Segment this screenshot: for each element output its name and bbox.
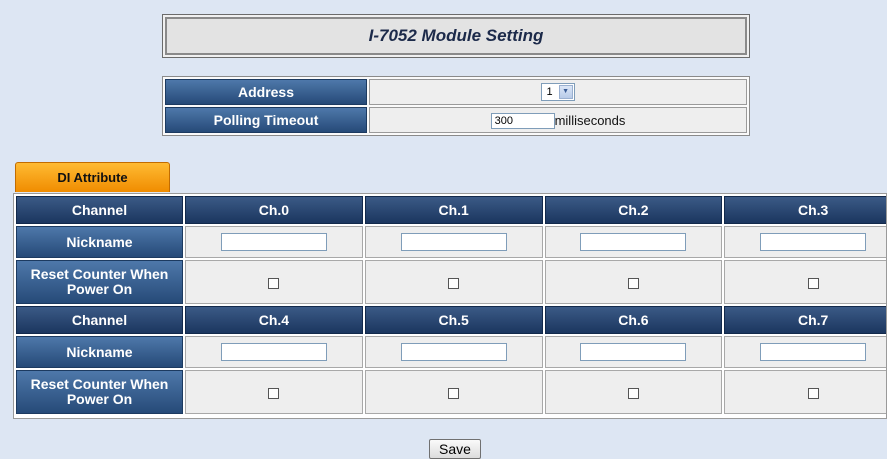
reset-cell (544, 370, 723, 414)
reset-cell (364, 260, 543, 304)
polling-timeout-input[interactable]: 300 (490, 112, 555, 129)
reset-counter-label: Reset Counter When Power On (16, 370, 183, 414)
nickname-cell (185, 336, 363, 368)
reset-checkbox-ch1[interactable] (448, 277, 460, 289)
polling-timeout-unit: milliseconds (554, 113, 626, 129)
reset-checkbox-ch3[interactable] (807, 277, 819, 289)
reset-checkbox-ch2[interactable] (627, 277, 639, 289)
nickname-input-ch5[interactable] (400, 343, 507, 362)
save-button[interactable]: Save (429, 439, 481, 459)
address-cell: 1 ▼ (369, 79, 747, 105)
nickname-input-ch4[interactable] (220, 343, 327, 362)
channel-header: Ch.6 (544, 306, 723, 334)
di-attribute-panel: Channel Ch.0 Ch.1 Ch.2 Ch.3 Nickname Res… (13, 193, 887, 419)
channel-header: Ch.0 (185, 196, 363, 224)
reset-cell (724, 260, 886, 304)
address-select[interactable]: 1 ▼ (541, 83, 575, 102)
chevron-down-icon[interactable]: ▼ (558, 85, 573, 100)
nickname-cell (724, 336, 886, 368)
channel-header: Ch.7 (724, 306, 886, 334)
channel-header: Ch.3 (724, 196, 886, 224)
channel-header: Ch.5 (364, 306, 543, 334)
reset-cell (724, 370, 886, 414)
nickname-cell (364, 226, 543, 258)
di-attribute-table: Channel Ch.0 Ch.1 Ch.2 Ch.3 Nickname Res… (14, 194, 886, 416)
nickname-label: Nickname (16, 336, 183, 368)
reset-cell (364, 370, 543, 414)
nickname-input-ch0[interactable] (220, 233, 327, 252)
reset-counter-label: Reset Counter When Power On (16, 260, 183, 304)
reset-checkbox-ch6[interactable] (627, 387, 639, 399)
reset-checkbox-ch7[interactable] (807, 387, 819, 399)
nickname-input-ch1[interactable] (400, 233, 507, 252)
nickname-cell (364, 336, 543, 368)
nickname-input-ch6[interactable] (580, 343, 687, 362)
channel-header: Ch.1 (364, 196, 543, 224)
reset-cell (185, 370, 363, 414)
nickname-input-ch7[interactable] (760, 343, 867, 362)
polling-timeout-label: Polling Timeout (165, 107, 367, 133)
module-settings-table: Address 1 ▼ Polling Timeout 300 milliseco… (162, 76, 750, 136)
reset-checkbox-ch5[interactable] (448, 387, 460, 399)
nickname-input-ch3[interactable] (760, 233, 867, 252)
address-value: 1 (546, 86, 553, 99)
nickname-cell (544, 226, 723, 258)
nickname-cell (185, 226, 363, 258)
tab-di-attribute[interactable]: DI Attribute (15, 162, 170, 192)
nickname-cell (544, 336, 723, 368)
page-title: I-7052 Module Setting (165, 17, 747, 55)
channel-header-label: Channel (16, 196, 183, 224)
module-title-box: I-7052 Module Setting (162, 14, 750, 58)
address-label: Address (165, 79, 367, 105)
reset-cell (544, 260, 723, 304)
channel-header-label: Channel (16, 306, 183, 334)
channel-header: Ch.2 (544, 196, 723, 224)
channel-header: Ch.4 (185, 306, 363, 334)
reset-checkbox-ch0[interactable] (268, 277, 280, 289)
reset-cell (185, 260, 363, 304)
nickname-cell (724, 226, 886, 258)
nickname-input-ch2[interactable] (580, 233, 687, 252)
polling-timeout-cell: 300 milliseconds (369, 107, 747, 133)
nickname-label: Nickname (16, 226, 183, 258)
reset-checkbox-ch4[interactable] (268, 387, 280, 399)
